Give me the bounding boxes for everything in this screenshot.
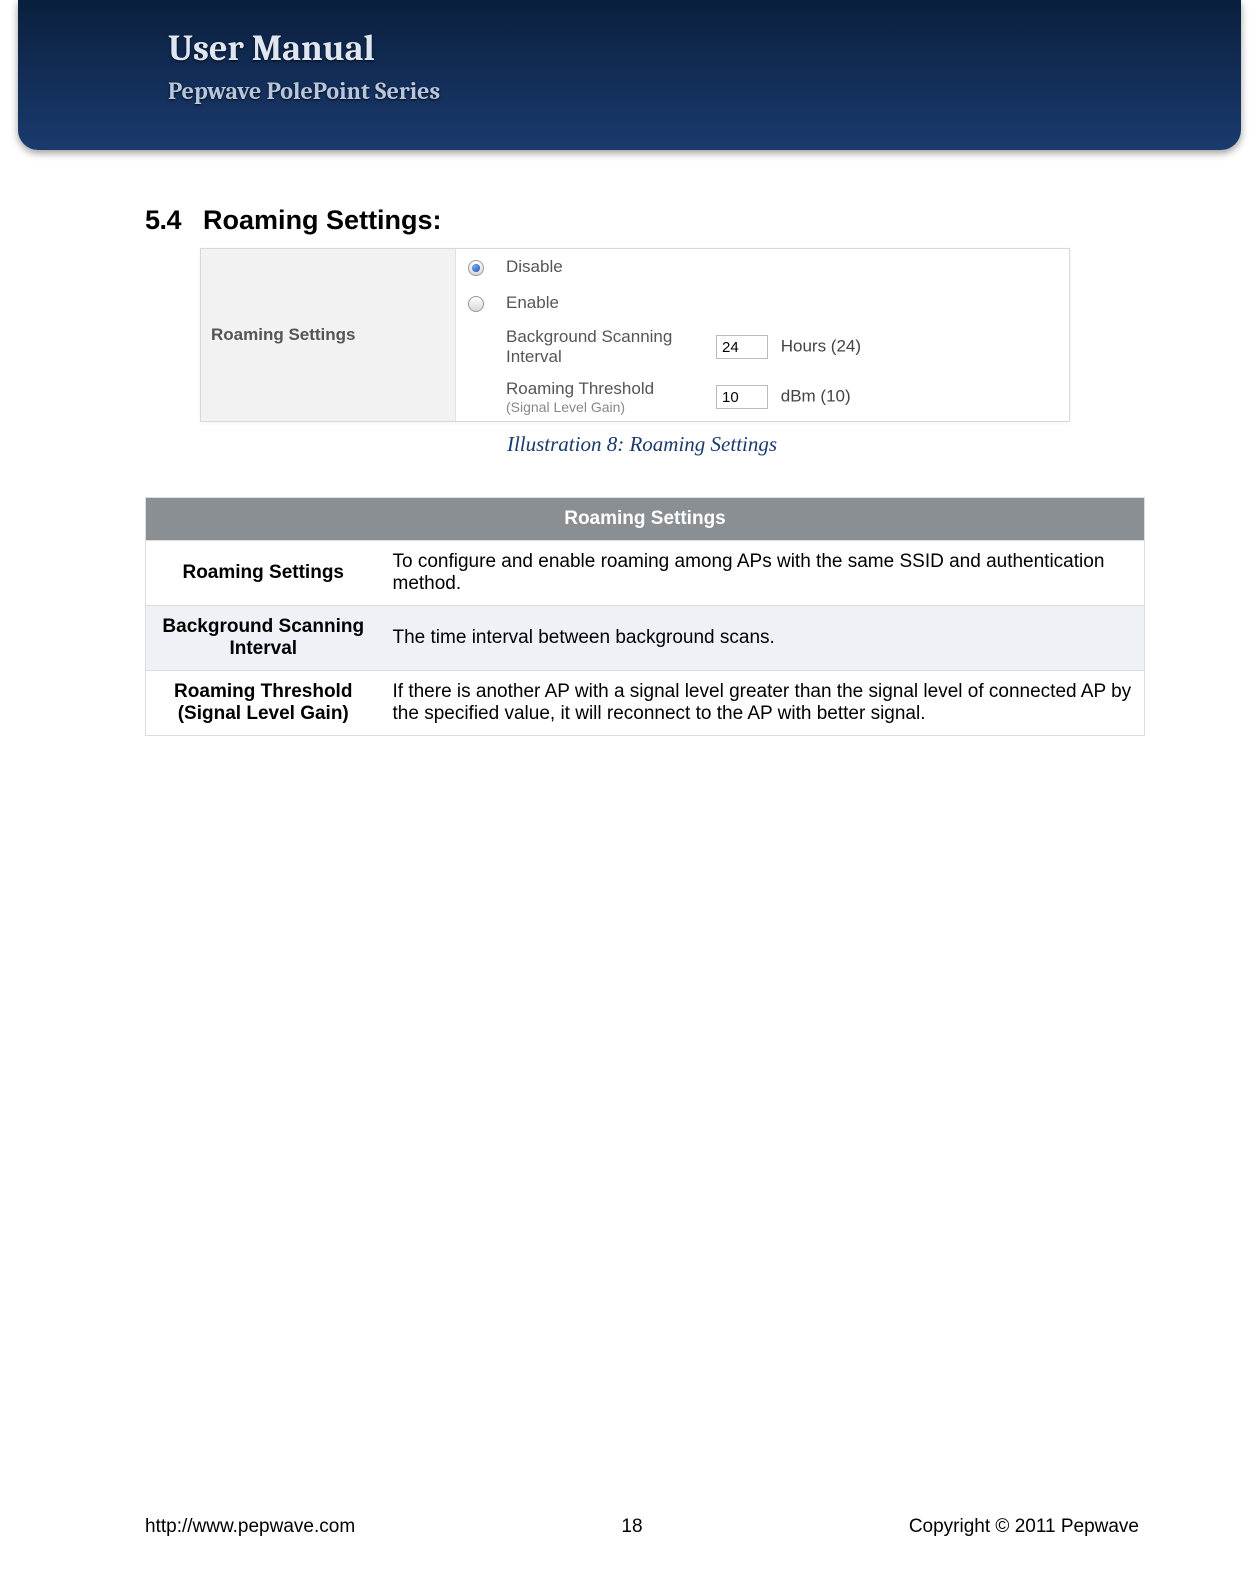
description-table: Roaming Settings Roaming Settings To con… xyxy=(145,497,1145,736)
desc-row-2-text: If there is another AP with a signal lev… xyxy=(381,671,1145,736)
desc-row-1-label: Background Scanning Interval xyxy=(146,606,381,671)
desc-row-0-text: To configure and enable roaming among AP… xyxy=(381,541,1145,606)
section-title: Roaming Settings: xyxy=(203,205,442,235)
threshold-label: Roaming Threshold (Signal Level Gain) xyxy=(496,373,706,421)
radio-icon-unselected xyxy=(468,296,484,312)
desc-row-0-label: Roaming Settings xyxy=(146,541,381,606)
bg-scan-input[interactable] xyxy=(716,335,768,359)
header-banner: User Manual Pepwave PolePoint Series xyxy=(18,0,1241,150)
section-heading: 5.4 Roaming Settings: xyxy=(145,205,1139,236)
radio-icon-selected xyxy=(468,260,484,276)
desc-row-1-text: The time interval between background sca… xyxy=(381,606,1145,671)
bg-scan-label: Background Scanning Interval xyxy=(496,321,706,373)
settings-panel-label: Roaming Settings xyxy=(201,249,456,421)
radio-enable-cell[interactable] xyxy=(456,285,496,321)
option-disable-label: Disable xyxy=(496,249,706,285)
desc-header: Roaming Settings xyxy=(146,498,1145,541)
desc-row-2-label: Roaming Threshold (Signal Level Gain) xyxy=(146,671,381,736)
footer-url: http://www.pepwave.com xyxy=(145,1516,355,1538)
doc-title: User Manual xyxy=(168,28,440,69)
doc-subtitle: Pepwave PolePoint Series xyxy=(168,77,440,105)
option-enable-label: Enable xyxy=(496,285,706,321)
footer-page-number: 18 xyxy=(621,1516,642,1538)
illustration-caption: Illustration 8: Roaming Settings xyxy=(145,432,1139,457)
threshold-unit: dBm (10) xyxy=(781,387,851,406)
radio-disable-cell[interactable] xyxy=(456,249,496,285)
section-number: 5.4 xyxy=(145,205,181,235)
footer-copyright: Copyright © 2011 Pepwave xyxy=(909,1516,1139,1538)
roaming-settings-screenshot: Roaming Settings Disable Enable Backgrou… xyxy=(200,248,1070,422)
bg-scan-unit: Hours (24) xyxy=(781,337,861,356)
page-footer: http://www.pepwave.com 18 Copyright © 20… xyxy=(145,1516,1139,1538)
threshold-input[interactable] xyxy=(716,385,768,409)
